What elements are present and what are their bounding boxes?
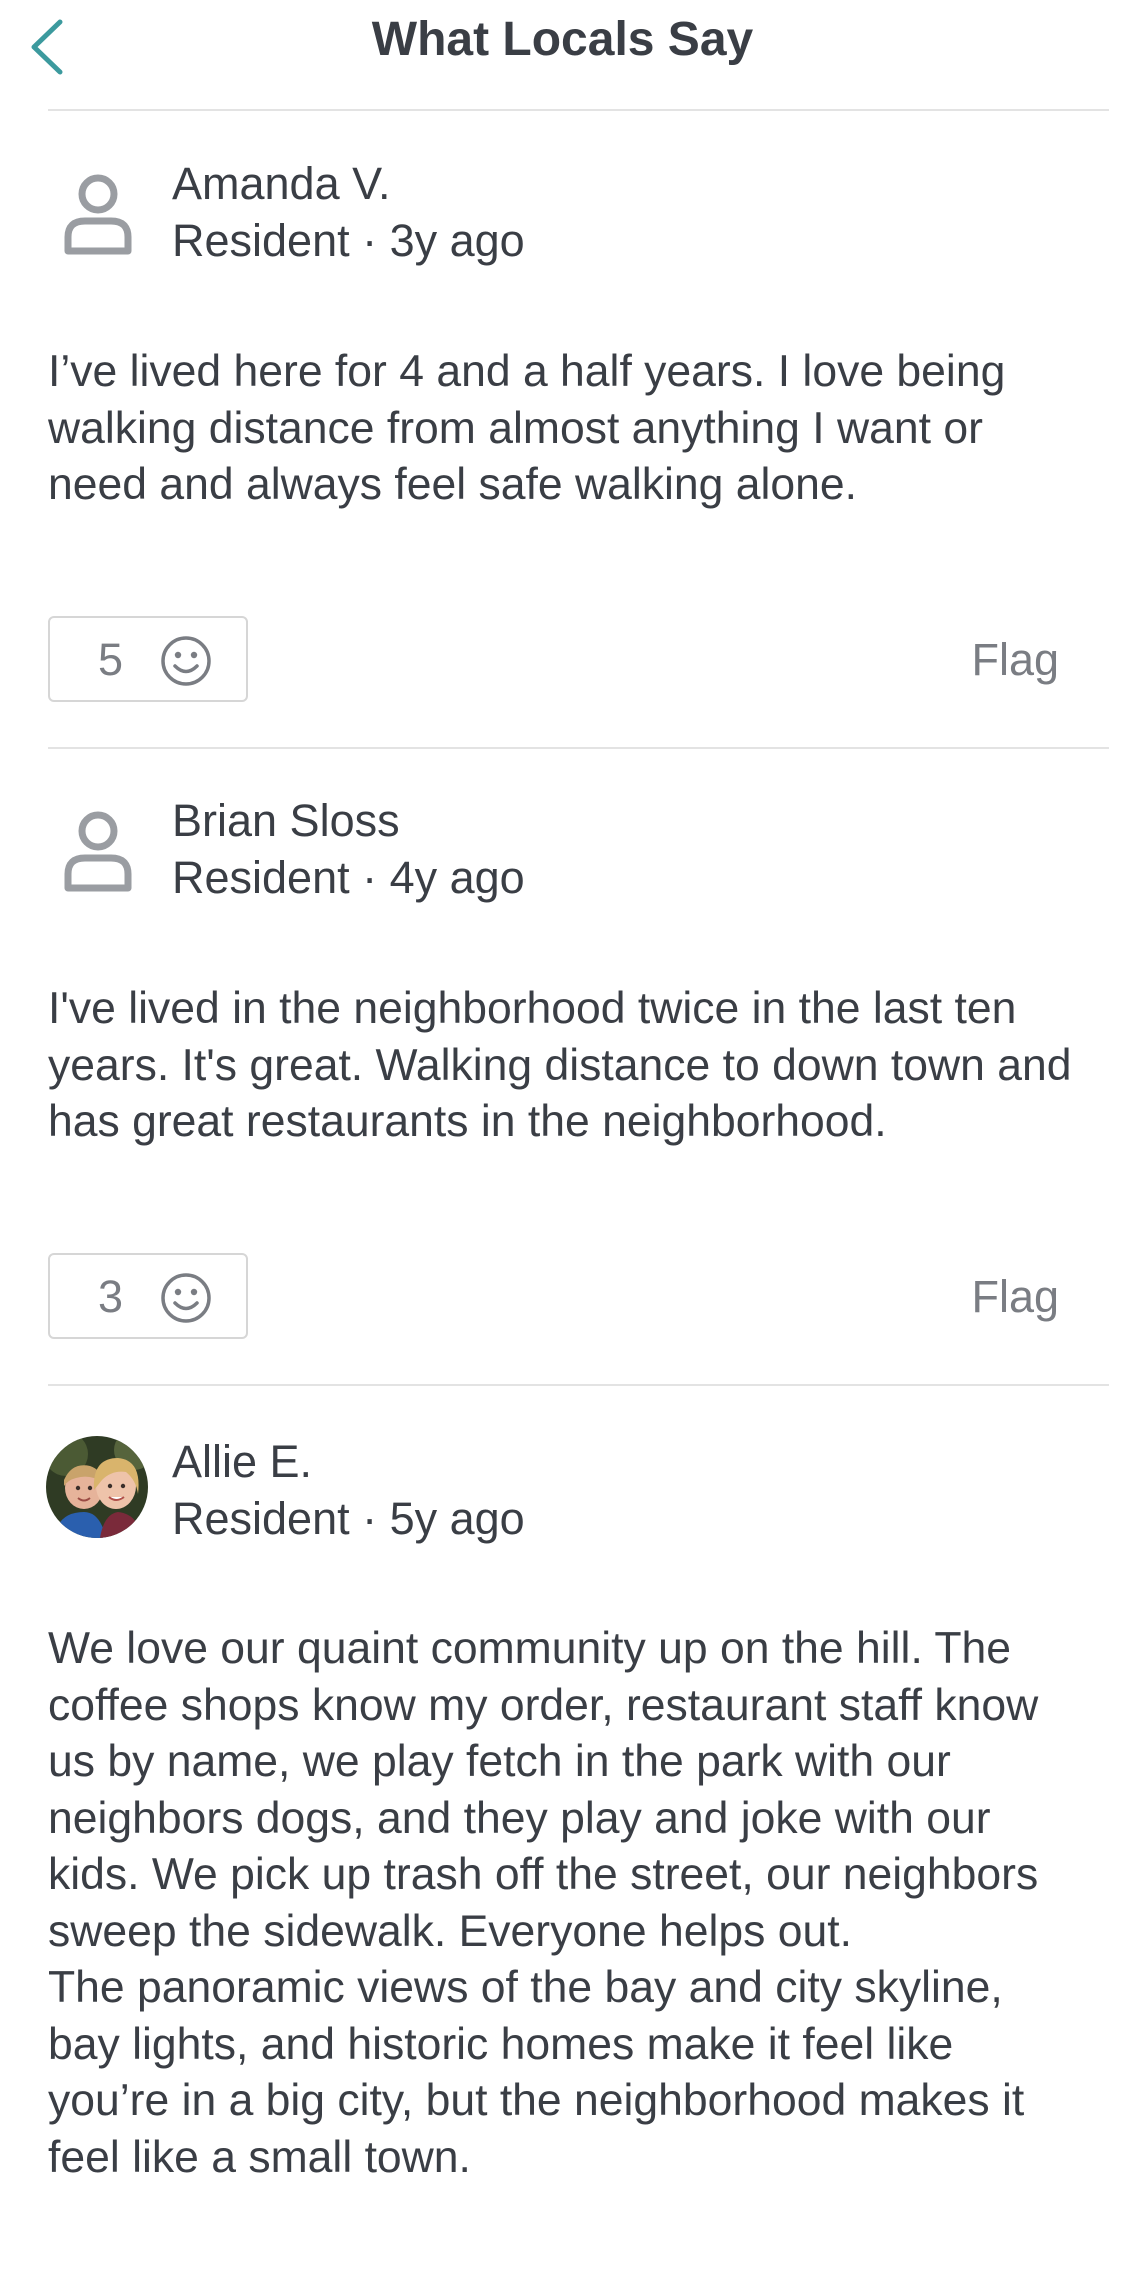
avatar [46,162,150,266]
review-paragraph: We love our quaint community up on the h… [48,1624,1039,1956]
author-meta: Resident · 3y ago [172,215,525,266]
top-nav-bar: What Locals Say [0,0,1125,111]
author-name: Allie E. [172,1436,313,1487]
divider [48,747,1109,749]
divider [48,1384,1109,1386]
review-paragraph: The panoramic views of the bay and city … [48,1963,1025,2182]
flag-link[interactable]: Flag [971,1271,1059,1323]
reaction-count: 3 [98,1271,124,1322]
avatar-photo [46,1436,148,1538]
author-name: Amanda V. [172,158,391,209]
flag-link[interactable]: Flag [971,634,1059,686]
reaction-button[interactable]: 3 [48,1253,248,1339]
review-paragraph: I’ve lived here for 4 and a half years. … [48,347,1006,509]
divider [48,109,1109,111]
review-paragraph: I've lived in the neighborhood twice in … [48,984,1072,1146]
author-name: Brian Sloss [172,795,400,846]
smiley-icon [161,1273,211,1323]
review-card: Allie E. Resident · 5y ago We love our q… [0,1436,1125,2284]
review-card: Brian Sloss Resident · 4y ago I've lived… [0,795,1125,1385]
avatar [46,799,150,903]
review-card: Amanda V. Resident · 3y ago I’ve lived h… [0,158,1125,748]
smiley-icon [161,636,211,686]
avatar [46,1436,148,1538]
author-meta: Resident · 5y ago [172,1493,525,1544]
review-text: I’ve lived here for 4 and a half years. … [48,344,1078,514]
review-text: I've lived in the neighborhood twice in … [48,981,1078,1151]
reaction-count: 5 [98,634,124,685]
author-meta: Resident · 4y ago [172,852,525,903]
review-text: We love our quaint community up on the h… [48,1621,1078,2186]
page-title: What Locals Say [371,13,754,66]
reaction-button[interactable]: 5 [48,616,248,702]
person-icon [64,811,132,892]
person-icon [64,174,132,255]
